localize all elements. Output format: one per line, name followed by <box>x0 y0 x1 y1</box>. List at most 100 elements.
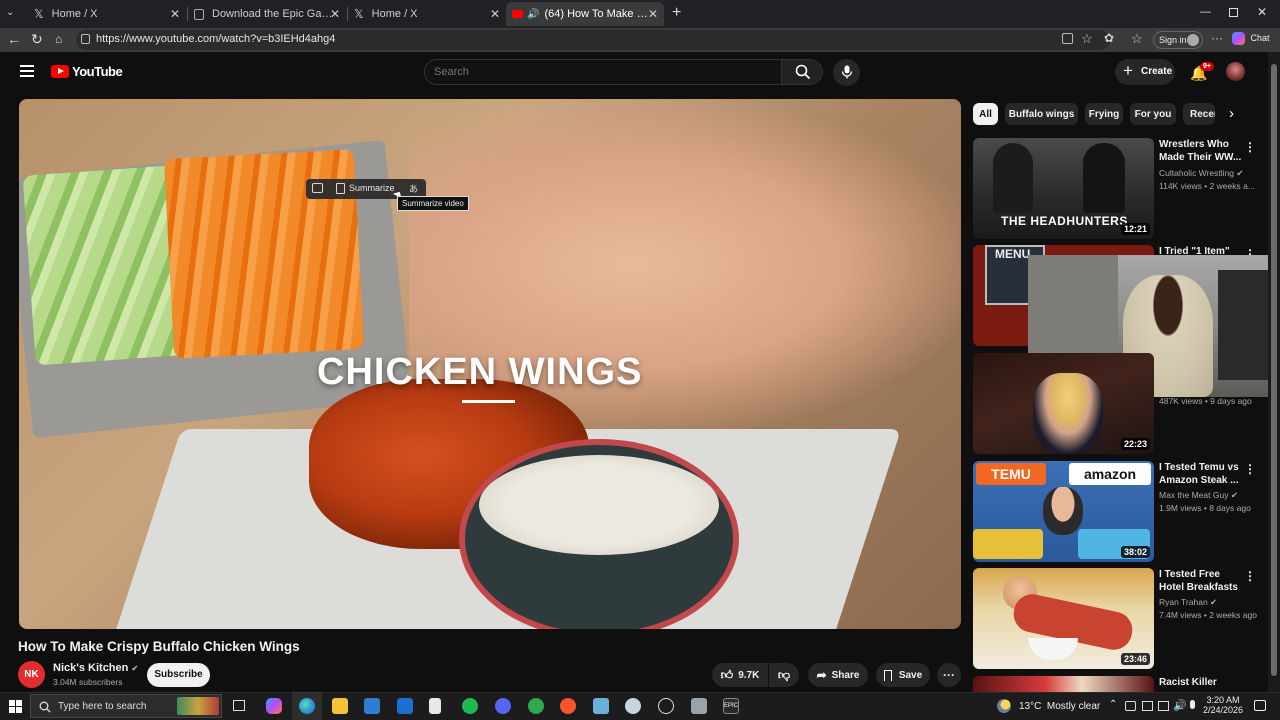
chip-frying[interactable]: Frying <box>1085 103 1123 125</box>
sign-in-button[interactable]: Sign in <box>1153 31 1203 49</box>
weather-icon[interactable] <box>997 699 1011 713</box>
close-tab-icon[interactable]: ✕ <box>648 7 658 21</box>
restore-window-icon[interactable] <box>1229 8 1238 17</box>
close-tab-icon[interactable]: ✕ <box>490 7 500 21</box>
close-tab-icon[interactable]: ✕ <box>170 7 180 21</box>
sidebar-thumbnail[interactable]: 22:23 <box>973 353 1154 454</box>
extensions-icon[interactable]: ✿ <box>1104 31 1114 45</box>
subscribe-button[interactable]: Subscribe <box>147 663 210 687</box>
verified-icon: ✔ <box>131 664 139 673</box>
copilot-taskbar-icon[interactable] <box>266 698 282 714</box>
save-label: Save <box>898 669 923 681</box>
sidebar-video-title[interactable]: Racist Killer <box>1159 676 1243 689</box>
favorites-icon[interactable]: ☆ <box>1131 31 1143 47</box>
more-actions-icon[interactable]: ⋮ <box>1244 462 1256 476</box>
share-button[interactable]: ➦ Share <box>808 663 868 687</box>
url-text[interactable]: https://www.youtube.com/watch?v=b3IEHd4a… <box>96 33 335 45</box>
sidebar-thumbnail[interactable]: THE HEADHUNTERS 12:21 <box>973 138 1154 239</box>
browser-tab-epic-games[interactable]: Download the Epic Games Launcher ✕ <box>188 2 346 26</box>
tab-label: Home / X <box>371 8 418 20</box>
sidebar-video-title[interactable]: Wrestlers Who Made Their WW... <box>1159 138 1243 164</box>
notepad-icon[interactable] <box>429 698 441 714</box>
channel-name[interactable]: Nick's Kitchen ✔ <box>53 662 138 674</box>
audio-playing-icon[interactable]: 🔊 <box>527 9 539 20</box>
mail-icon[interactable] <box>397 698 413 714</box>
sidebar-video-meta: 487K views • 9 days ago <box>1159 396 1252 406</box>
save-button[interactable]: Save <box>876 663 930 687</box>
chatgpt-icon[interactable] <box>658 698 674 714</box>
xbox-icon[interactable] <box>528 698 544 714</box>
new-tab-plus-icon[interactable]: + <box>672 4 681 22</box>
epic-games-icon[interactable]: EPIC <box>723 698 739 714</box>
like-button[interactable]: 👍︎ 9.7K <box>712 663 768 687</box>
search-highlight-image <box>177 697 219 715</box>
site-info-icon[interactable] <box>81 34 90 44</box>
dislike-button[interactable]: 👎︎ <box>769 663 799 687</box>
chip-buffalo-wings[interactable]: Buffalo wings <box>1005 103 1078 125</box>
steam-icon[interactable] <box>625 698 641 714</box>
volume-icon[interactable]: 🔊 <box>1173 699 1187 712</box>
show-hidden-icons-chevron-icon[interactable]: ⌃ <box>1109 699 1117 710</box>
task-view-icon[interactable] <box>233 700 245 711</box>
youtube-logo[interactable]: YouTube <box>51 64 123 79</box>
summarize-button[interactable]: Summarize <box>349 183 395 193</box>
taskbar-clock[interactable]: 3:20 AM 2/24/2026 <box>1203 695 1243 715</box>
weather-text[interactable]: 13°C Mostly clear <box>1019 701 1100 712</box>
more-actions-icon[interactable]: ⋮ <box>1244 140 1256 154</box>
microphone-tray-icon[interactable] <box>1190 700 1195 709</box>
more-actions-icon[interactable]: ⋮ <box>1244 569 1256 583</box>
back-arrow-icon[interactable]: ← <box>7 31 21 47</box>
chip-all[interactable]: All <box>973 103 998 125</box>
search-button[interactable] <box>781 59 823 85</box>
app-available-icon[interactable] <box>1062 33 1073 44</box>
tray-display-icon[interactable] <box>1142 701 1153 711</box>
chip-for-you[interactable]: For you <box>1130 103 1176 125</box>
search-input[interactable] <box>424 59 782 85</box>
scrollbar-thumb[interactable] <box>1271 64 1277 676</box>
tray-network-icon[interactable] <box>1158 701 1169 711</box>
taskbar-search-box[interactable]: Type here to search <box>30 694 222 718</box>
copilot-chat-button[interactable]: Chat <box>1232 32 1270 45</box>
browser-tab-x-home-2[interactable]: 𝕏 Home / X ✕ <box>348 2 506 26</box>
notification-center-icon[interactable] <box>1254 700 1266 711</box>
tray-app-icon[interactable] <box>1125 701 1136 711</box>
screenshot-icon[interactable] <box>312 183 323 193</box>
close-tab-icon[interactable]: ✕ <box>330 7 340 21</box>
translate-icon[interactable]: あ <box>409 182 418 195</box>
voice-search-button[interactable] <box>833 59 860 86</box>
sidebar-thumbnail[interactable] <box>973 676 1154 692</box>
create-button[interactable]: + Create <box>1115 59 1175 85</box>
windows-start-icon[interactable] <box>9 700 22 713</box>
microsoft-store-icon[interactable] <box>364 698 380 714</box>
minimize-window-icon[interactable]: — <box>1200 6 1211 18</box>
tab-actions-chevron-icon[interactable]: ⌄ <box>6 7 20 21</box>
home-icon[interactable]: ⌂ <box>55 32 62 46</box>
sidebar-thumbnail[interactable]: 23:46 <box>973 568 1154 669</box>
chips-next-chevron-icon[interactable]: › <box>1229 105 1234 122</box>
sidebar-channel-name[interactable]: Max the Meat Guy ✔ <box>1159 490 1238 501</box>
channel-avatar[interactable]: NK <box>18 661 45 688</box>
account-avatar[interactable] <box>1226 62 1245 81</box>
hamburger-menu-icon[interactable] <box>20 65 34 77</box>
browser-tab-youtube-active[interactable]: 🔊 (64) How To Make Crispy Buffalo ✕ <box>506 2 664 26</box>
brave-browser-icon[interactable] <box>560 698 576 714</box>
sidebar-channel-name[interactable]: Cultaholic Wrestling ✔ <box>1159 168 1243 179</box>
plus-icon: + <box>1123 61 1133 80</box>
close-window-icon[interactable]: ✕ <box>1257 5 1267 19</box>
sidebar-thumbnail[interactable]: TEMU amazon 38:02 <box>973 461 1154 562</box>
video-player[interactable]: CHICKEN WINGS Summarize あ Summarize vide… <box>19 99 961 629</box>
favorite-star-icon[interactable]: ☆ <box>1081 31 1093 47</box>
more-video-actions-button[interactable]: ··· <box>937 663 961 687</box>
sidebar-video-title[interactable]: I Tested Temu vs Amazon Steak ... <box>1159 461 1243 487</box>
spotify-icon[interactable] <box>462 698 478 714</box>
chip-recent[interactable]: Recent <box>1183 103 1215 125</box>
file-explorer-icon[interactable] <box>332 698 348 714</box>
refresh-icon[interactable]: ↻ <box>31 31 43 48</box>
discord-icon[interactable] <box>495 698 511 714</box>
browser-tab-x-home-1[interactable]: 𝕏 Home / X ✕ <box>28 2 186 26</box>
app-icon-blue[interactable] <box>593 698 609 714</box>
sidebar-channel-name[interactable]: Ryan Trahan ✔ <box>1159 597 1217 608</box>
sidebar-video-title[interactable]: I Tested Free Hotel Breakfasts <box>1159 568 1243 594</box>
more-options-icon[interactable]: ··· <box>1211 31 1223 45</box>
controller-app-icon[interactable] <box>691 698 707 714</box>
